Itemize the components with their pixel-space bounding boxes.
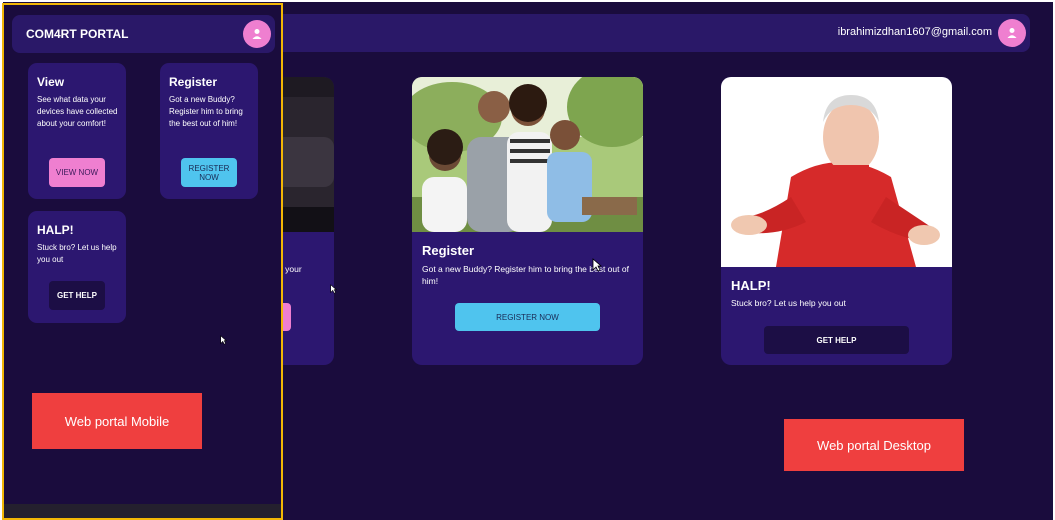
register-now-button[interactable]: REGISTER NOW: [181, 158, 237, 187]
mobile-bottom-bar: [4, 504, 281, 518]
halp-card-text: Stuck bro? Let us help you out: [37, 243, 117, 264]
portal-title: COM4RT PORTAL: [26, 27, 129, 41]
shrugging-man-photo: [721, 77, 952, 267]
view-card-title: View: [37, 75, 65, 89]
mouse-cursor-icon: [330, 284, 337, 294]
avatar[interactable]: [243, 20, 271, 48]
register-card-desktop: Register Got a new Buddy? Register him t…: [412, 77, 643, 365]
family-photo: [412, 77, 643, 232]
view-now-button[interactable]: VIEW NOW: [49, 158, 105, 187]
user-icon: [1007, 28, 1017, 38]
register-card-mobile: Register Got a new Buddy? Register him t…: [160, 63, 258, 199]
mouse-cursor-icon: [220, 335, 227, 345]
get-help-button[interactable]: GET HELP: [49, 281, 105, 310]
avatar[interactable]: [998, 19, 1026, 47]
mobile-portal: COM4RT PORTAL View See what data your de…: [2, 3, 283, 520]
mobile-label: Web portal Mobile: [32, 393, 202, 449]
mouse-cursor-icon: [592, 258, 602, 272]
user-email: ibrahimizdhan1607@gmail.com: [837, 26, 992, 38]
halp-card-title-desktop: HALP!: [731, 278, 771, 293]
get-help-button-desktop[interactable]: GET HELP: [764, 326, 909, 354]
halp-card-text-desktop: Stuck bro? Let us help you out: [731, 298, 846, 308]
halp-card-desktop: HALP! Stuck bro? Let us help you out GET…: [721, 77, 952, 365]
register-card-title: Register: [169, 75, 218, 89]
desktop-label: Web portal Desktop: [784, 419, 964, 471]
halp-card-title: HALP!: [37, 223, 74, 237]
register-card-title-desktop: Register: [422, 243, 475, 258]
halp-card-mobile: HALP! Stuck bro? Let us help you out GET…: [28, 211, 126, 323]
register-card-text-desktop: Got a new Buddy? Register him to bring t…: [422, 264, 629, 286]
register-card-text: Got a new Buddy? Register him to bring t…: [169, 95, 243, 128]
user-icon: [252, 29, 262, 39]
view-card-text: See what data your devices have collecte…: [37, 95, 118, 128]
register-now-button-desktop[interactable]: REGISTER NOW: [455, 303, 600, 331]
view-card-mobile: View See what data your devices have col…: [28, 63, 126, 199]
mobile-header: COM4RT PORTAL: [12, 15, 275, 53]
